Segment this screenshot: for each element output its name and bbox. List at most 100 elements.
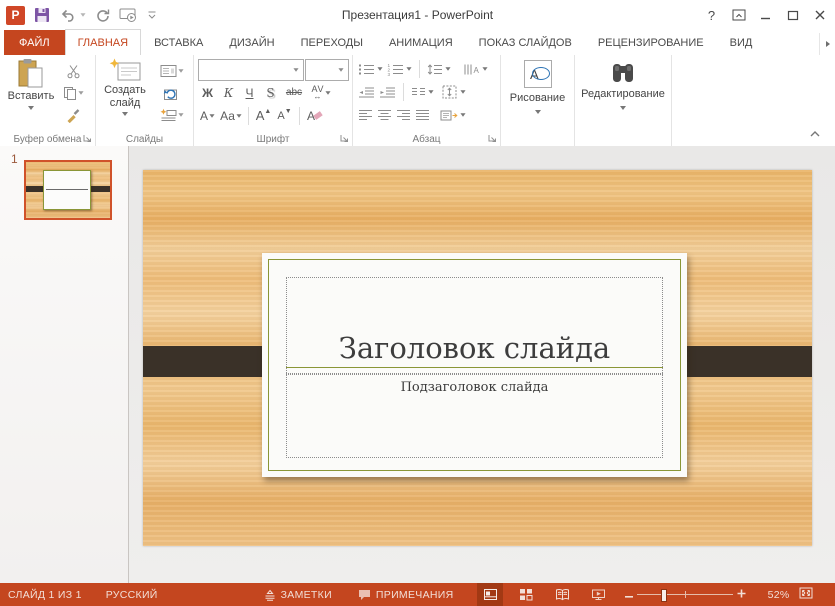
slide-layout-button[interactable] — [156, 61, 188, 81]
change-case-button[interactable]: Аа — [219, 105, 243, 126]
font-name-combobox[interactable] — [198, 59, 304, 81]
powerpoint-app-icon[interactable]: P — [6, 6, 25, 25]
plus-icon — [737, 589, 746, 598]
italic-button[interactable]: К — [219, 82, 238, 103]
clear-formatting-button[interactable]: А — [305, 105, 324, 126]
slide-counter[interactable]: СЛАЙД 1 ИЗ 1 — [8, 589, 82, 601]
fit-slide-to-window-button[interactable] — [799, 587, 813, 602]
line-spacing-button[interactable] — [427, 60, 451, 78]
comments-toggle-button[interactable]: ПРИМЕЧАНИЯ — [358, 589, 454, 601]
slideshow-view-button[interactable] — [585, 583, 611, 606]
help-button[interactable]: ? — [698, 0, 725, 30]
bullets-button[interactable] — [358, 60, 383, 78]
line-spacing-icon — [427, 63, 443, 76]
collapse-ribbon-button[interactable] — [807, 128, 823, 140]
normal-view-button[interactable] — [477, 583, 503, 606]
reset-slide-button[interactable] — [156, 83, 184, 103]
slide-sorter-view-button[interactable] — [513, 583, 539, 606]
undo-dropdown-caret-icon[interactable] — [80, 13, 85, 16]
tab-transitions[interactable]: ПЕРЕХОДЫ — [288, 30, 376, 55]
subtitle-placeholder[interactable]: Подзаголовок слайда — [286, 373, 663, 458]
drawing-icon: А — [524, 60, 552, 88]
increase-indent-button[interactable] — [379, 83, 396, 101]
char-spacing-arrows-icon: ↔ — [313, 93, 321, 101]
slide-editing-canvas[interactable]: Заголовок слайда Подзаголовок слайда — [129, 146, 835, 583]
columns-button[interactable] — [411, 83, 434, 101]
customize-qat-button[interactable] — [147, 4, 157, 26]
undo-button[interactable] — [59, 4, 86, 26]
text-shadow-button[interactable]: S — [261, 82, 280, 103]
zoom-in-button[interactable] — [733, 589, 749, 601]
decrease-indent-button[interactable] — [358, 83, 375, 101]
slide-thumbnail-number: 1 — [11, 152, 18, 166]
maximize-button[interactable] — [779, 0, 806, 30]
cut-button[interactable] — [59, 61, 87, 81]
slide-subtitle-text: Подзаголовок слайда — [401, 380, 549, 395]
align-right-button[interactable] — [396, 106, 411, 124]
tab-file[interactable]: ФАЙЛ — [4, 30, 65, 55]
align-left-button[interactable] — [358, 106, 373, 124]
align-center-button[interactable] — [377, 106, 392, 124]
editing-menu-button[interactable]: Редактирование — [575, 60, 671, 110]
format-painter-button[interactable] — [59, 105, 87, 125]
title-placeholder[interactable]: Заголовок слайда — [286, 277, 663, 375]
ribbon-display-options-button[interactable] — [725, 0, 752, 30]
text-direction-button[interactable]: А — [463, 60, 488, 78]
zoom-level[interactable]: 52% — [753, 589, 789, 601]
drawing-menu-button[interactable]: А Рисование — [501, 60, 574, 114]
paragraph-dialog-launcher[interactable] — [487, 133, 498, 144]
paragraph-row-1: 123 А — [358, 60, 488, 78]
format-painter-icon — [65, 108, 81, 123]
close-button[interactable] — [806, 0, 833, 30]
redo-button[interactable] — [95, 4, 110, 26]
zoom-slider-handle[interactable] — [661, 589, 667, 602]
tab-scroll-right-button[interactable] — [819, 33, 835, 55]
character-spacing-button[interactable]: АV ↔ — [308, 82, 334, 103]
start-slideshow-button[interactable] — [119, 4, 138, 26]
zoom-slider[interactable] — [637, 583, 733, 606]
clipboard-dialog-launcher[interactable] — [82, 133, 93, 144]
language-indicator[interactable]: РУССКИЙ — [106, 589, 158, 601]
underline-button[interactable]: Ч — [240, 82, 259, 103]
slide-thumbnail-panel[interactable]: 1 — [0, 146, 129, 583]
zoom-out-button[interactable] — [621, 589, 637, 601]
tab-home[interactable]: ГЛАВНАЯ — [65, 29, 141, 56]
comments-label: ПРИМЕЧАНИЯ — [376, 589, 454, 601]
slide-thumbnail[interactable] — [24, 160, 112, 220]
bold-button[interactable]: Ж — [198, 82, 217, 103]
copy-button[interactable] — [59, 83, 87, 103]
section-button[interactable] — [156, 105, 188, 125]
font-size-combobox[interactable] — [305, 59, 349, 81]
save-button[interactable] — [34, 4, 50, 26]
tab-view[interactable]: ВИД — [717, 30, 766, 55]
paste-button[interactable]: Вставить — [5, 58, 57, 110]
clipboard-group-label: Буфер обмена — [0, 134, 95, 145]
numbering-button[interactable]: 123 — [387, 60, 412, 78]
tab-slideshow[interactable]: ПОКАЗ СЛАЙДОВ — [466, 30, 585, 55]
tab-review[interactable]: РЕЦЕНЗИРОВАНИЕ — [585, 30, 717, 55]
align-text-button[interactable] — [442, 83, 466, 101]
strikethrough-button[interactable]: abc — [282, 82, 306, 103]
notes-toggle-button[interactable]: ЗАМЕТКИ — [264, 589, 332, 601]
powerpoint-window: { "titlebar": { "title": "Презентация1 -… — [0, 0, 835, 606]
tab-insert[interactable]: ВСТАВКА — [141, 30, 216, 55]
group-drawing: А Рисование — [501, 55, 575, 146]
start-slideshow-icon — [119, 7, 138, 23]
reading-view-button[interactable] — [549, 583, 575, 606]
layout-icon — [160, 64, 177, 78]
font-color-caret-icon — [209, 114, 214, 117]
maximize-icon — [787, 10, 799, 21]
font-dialog-launcher[interactable] — [339, 133, 350, 144]
tab-animations[interactable]: АНИМАЦИЯ — [376, 30, 466, 55]
font-color-button[interactable]: А — [198, 105, 217, 126]
slide[interactable]: Заголовок слайда Подзаголовок слайда — [143, 170, 812, 546]
tab-design[interactable]: ДИЗАЙН — [216, 30, 287, 55]
justify-button[interactable] — [415, 106, 430, 124]
smartart-icon — [440, 109, 458, 122]
divider — [299, 107, 300, 125]
grow-font-button[interactable]: А▲ — [254, 105, 273, 126]
new-slide-button[interactable]: Создать слайд — [99, 58, 151, 116]
convert-to-smartart-button[interactable] — [440, 106, 466, 124]
shrink-font-button[interactable]: А▼ — [275, 105, 294, 126]
minimize-button[interactable] — [752, 0, 779, 30]
